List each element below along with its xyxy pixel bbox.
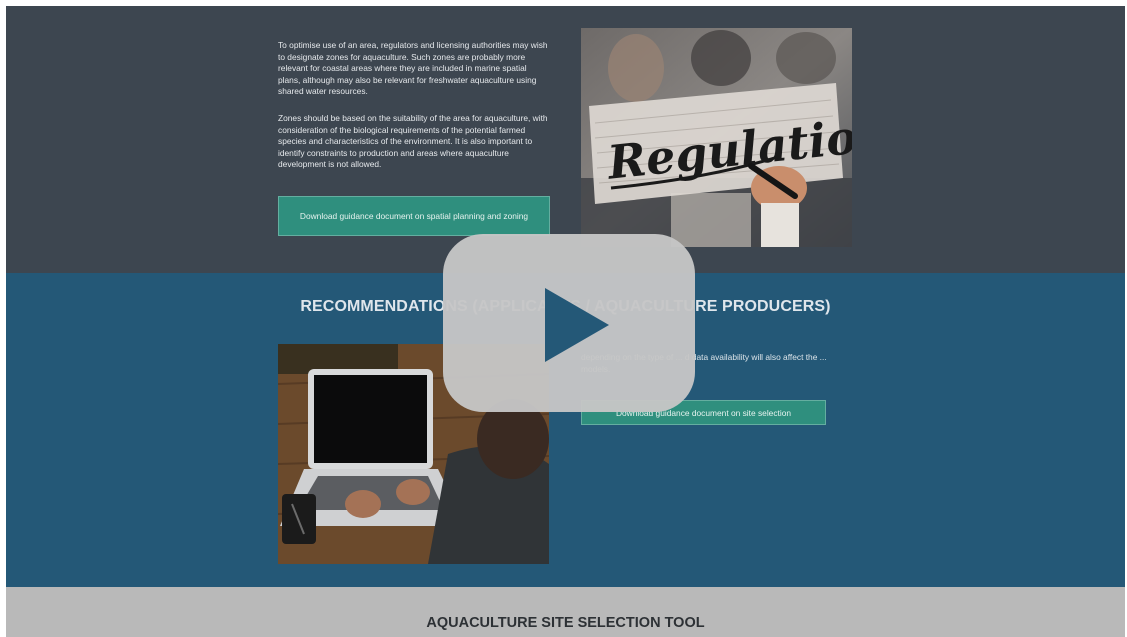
zoning-paragraph-2: Zones should be based on the suitability… <box>278 113 548 170</box>
video-play-button[interactable] <box>443 234 695 412</box>
play-icon <box>443 234 695 412</box>
video-frame[interactable]: To optimise use of an area, regulators a… <box>6 6 1125 637</box>
regulations-image: Regulations <box>581 28 852 247</box>
site-tool-title: AQUACULTURE SITE SELECTION TOOL <box>426 615 705 631</box>
zoning-section: To optimise use of an area, regulators a… <box>6 6 1125 273</box>
download-zoning-button[interactable]: Download guidance document on spatial pl… <box>278 196 550 236</box>
zoning-paragraph-1: To optimise use of an area, regulators a… <box>278 40 548 97</box>
